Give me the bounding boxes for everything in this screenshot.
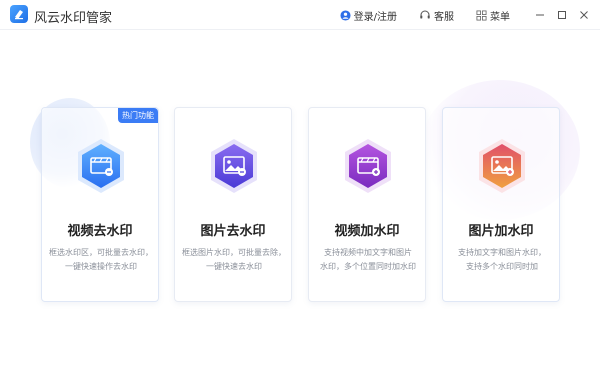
maximize-icon xyxy=(558,11,566,19)
menu-label: 菜单 xyxy=(490,11,510,23)
user-icon xyxy=(340,9,351,21)
card-title: 视频去水印 xyxy=(67,224,133,239)
maximize-button[interactable] xyxy=(554,7,570,23)
title-bar-actions: 登录/注册 客服 菜单 xyxy=(340,6,592,24)
headset-icon xyxy=(420,10,430,19)
card-description-line: 支持多个水印同时加 xyxy=(466,262,538,271)
app-title: 风云水印管家 xyxy=(34,11,113,26)
card-image-add-watermark[interactable]: 图片加水印 支持加文字和图片水印， 支持多个水印同时加 xyxy=(442,107,560,302)
card-video-remove-watermark[interactable]: 热门功能 视频去水印 框选水印区，可批量去水印， 一键快速操作去水印 xyxy=(41,107,159,302)
image-remove-icon xyxy=(211,139,257,193)
card-description: 框选图片水印，可批量去除， 一键快速去水印 xyxy=(181,246,287,274)
minimize-icon xyxy=(536,14,544,16)
customer-service-label: 客服 xyxy=(434,11,454,23)
login-label: 登录/注册 xyxy=(353,11,397,23)
hot-feature-badge: 热门功能 xyxy=(118,108,158,123)
video-remove-icon xyxy=(78,139,124,193)
card-description: 框选水印区，可批量去水印， 一键快速操作去水印 xyxy=(48,246,154,274)
customer-service-button[interactable]: 客服 xyxy=(419,8,454,23)
card-description-line: 框选图片水印，可批量去除， xyxy=(182,248,286,257)
card-description-line: 一键快速操作去水印 xyxy=(65,262,137,271)
card-title: 图片去水印 xyxy=(200,224,266,239)
card-title: 视频加水印 xyxy=(334,224,400,239)
minimize-button[interactable] xyxy=(532,7,548,23)
card-description: 支持视频中加文字和图片 水印，多个位置同时加水印 xyxy=(315,246,421,274)
grid-menu-icon xyxy=(476,10,487,20)
image-add-icon xyxy=(479,139,525,193)
card-description-line: 水印，多个位置同时加水印 xyxy=(320,262,416,271)
close-button[interactable] xyxy=(576,7,592,23)
title-bar: 风云水印管家 登录/注册 客服 菜单 xyxy=(0,0,600,30)
card-description-line: 一键快速去水印 xyxy=(206,262,262,271)
close-icon xyxy=(580,11,588,19)
menu-button[interactable]: 菜单 xyxy=(476,8,510,23)
card-title: 图片加水印 xyxy=(468,224,534,239)
login-button[interactable]: 登录/注册 xyxy=(340,8,397,23)
app-logo-icon xyxy=(10,5,28,23)
card-description-line: 支持加文字和图片水印， xyxy=(458,248,546,257)
card-video-add-watermark[interactable]: 视频加水印 支持视频中加文字和图片 水印，多个位置同时加水印 xyxy=(308,107,426,302)
video-add-icon xyxy=(345,139,391,193)
card-description-line: 支持视频中加文字和图片 xyxy=(324,248,412,257)
card-description: 支持加文字和图片水印， 支持多个水印同时加 xyxy=(449,246,555,274)
card-description-line: 框选水印区，可批量去水印， xyxy=(49,248,153,257)
card-image-remove-watermark[interactable]: 图片去水印 框选图片水印，可批量去除， 一键快速去水印 xyxy=(174,107,292,302)
